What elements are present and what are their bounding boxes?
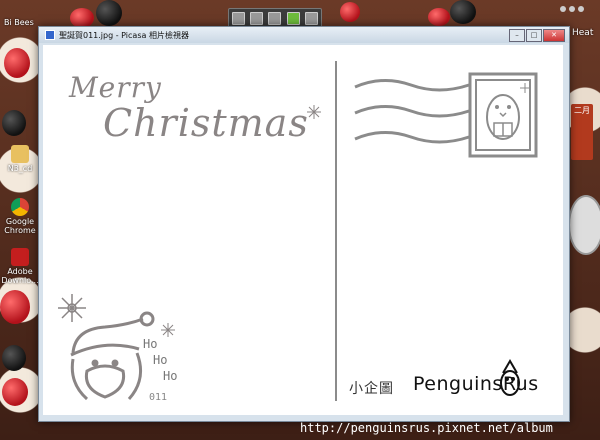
picasa-viewer-window: 聖誕賀011.jpg - Picasa 相片檢視器 – □ ✕ Merry Ch…: [38, 26, 570, 422]
desktop-top-left-text: Bi Bees: [4, 18, 34, 27]
hoho-text: Ho: [153, 353, 168, 367]
postcard-image: Merry Christmas Ho Ho Ho 011 小企圖 Penguin…: [43, 45, 563, 415]
tray-icon[interactable]: [569, 6, 575, 12]
desktop-icon-label: Google Chrome: [4, 217, 36, 235]
toolbar-button[interactable]: [268, 11, 282, 25]
maximize-button[interactable]: □: [526, 29, 542, 42]
clock-gadget[interactable]: [568, 195, 600, 255]
postmark-lines: [354, 79, 470, 144]
santa-icon: [70, 311, 155, 401]
toolbar-button[interactable]: [250, 11, 264, 25]
greeting-christmas: Christmas: [103, 101, 309, 145]
minimize-button[interactable]: –: [509, 29, 525, 42]
blackberry-decoration: [2, 110, 26, 136]
blackberry-decoration: [450, 0, 476, 24]
snowflake-icon: [161, 323, 175, 337]
folder-icon: [11, 145, 29, 163]
card-number: 011: [149, 392, 168, 403]
desktop-icon-adobe[interactable]: Adobe Downlo...: [0, 248, 40, 285]
window-controls: – □ ✕: [509, 29, 565, 42]
strawberry-decoration: [4, 48, 30, 78]
desktop-icon-label: N3_cd: [7, 164, 33, 173]
desktop-icon-n3cd[interactable]: N3_cd: [0, 145, 40, 173]
toolbar-button[interactable]: [305, 11, 319, 25]
calendar-gadget[interactable]: 二月: [571, 104, 593, 160]
blackberry-decoration: [2, 345, 26, 371]
strawberry-decoration: [2, 378, 28, 406]
brand-chinese-name: 小企圖: [349, 381, 394, 397]
toolbar-button[interactable]: [231, 11, 245, 25]
postcard-divider: [335, 61, 337, 401]
snowflake-icon: [307, 105, 321, 119]
penguin-stamp-icon: [468, 72, 538, 158]
toolbar-button[interactable]: [286, 11, 300, 25]
calendar-month-label: 二月: [574, 106, 590, 115]
window-title: 聖誕賀011.jpg - Picasa 相片檢視器: [59, 30, 189, 40]
penguin-logo-icon: [500, 359, 520, 396]
top-mini-toolbar: [228, 8, 322, 28]
hoho-text: Ho: [163, 369, 178, 383]
strawberry-decoration: [0, 290, 30, 324]
top-right-tray: [560, 3, 600, 15]
adobe-icon: [11, 248, 29, 266]
watermark-url: http://penguinsrus.pixnet.net/album: [300, 421, 553, 435]
strawberry-decoration: [428, 8, 450, 26]
picasa-app-icon: [45, 30, 55, 40]
gadget-heat-label: Heat: [572, 28, 594, 38]
strawberry-decoration: [340, 2, 360, 22]
chrome-icon: [11, 198, 29, 216]
desktop-icon-label: Adobe Downlo...: [1, 267, 39, 285]
hoho-text: Ho: [143, 337, 158, 351]
tray-icon[interactable]: [578, 6, 584, 12]
tray-icon[interactable]: [560, 6, 566, 12]
window-titlebar[interactable]: 聖誕賀011.jpg - Picasa 相片檢視器 – □ ✕: [39, 27, 569, 43]
desktop-icon-chrome[interactable]: Google Chrome: [0, 198, 40, 235]
close-button[interactable]: ✕: [543, 29, 565, 42]
greeting-merry: Merry: [69, 71, 162, 104]
blackberry-decoration: [96, 0, 122, 26]
strawberry-decoration: [70, 8, 94, 28]
